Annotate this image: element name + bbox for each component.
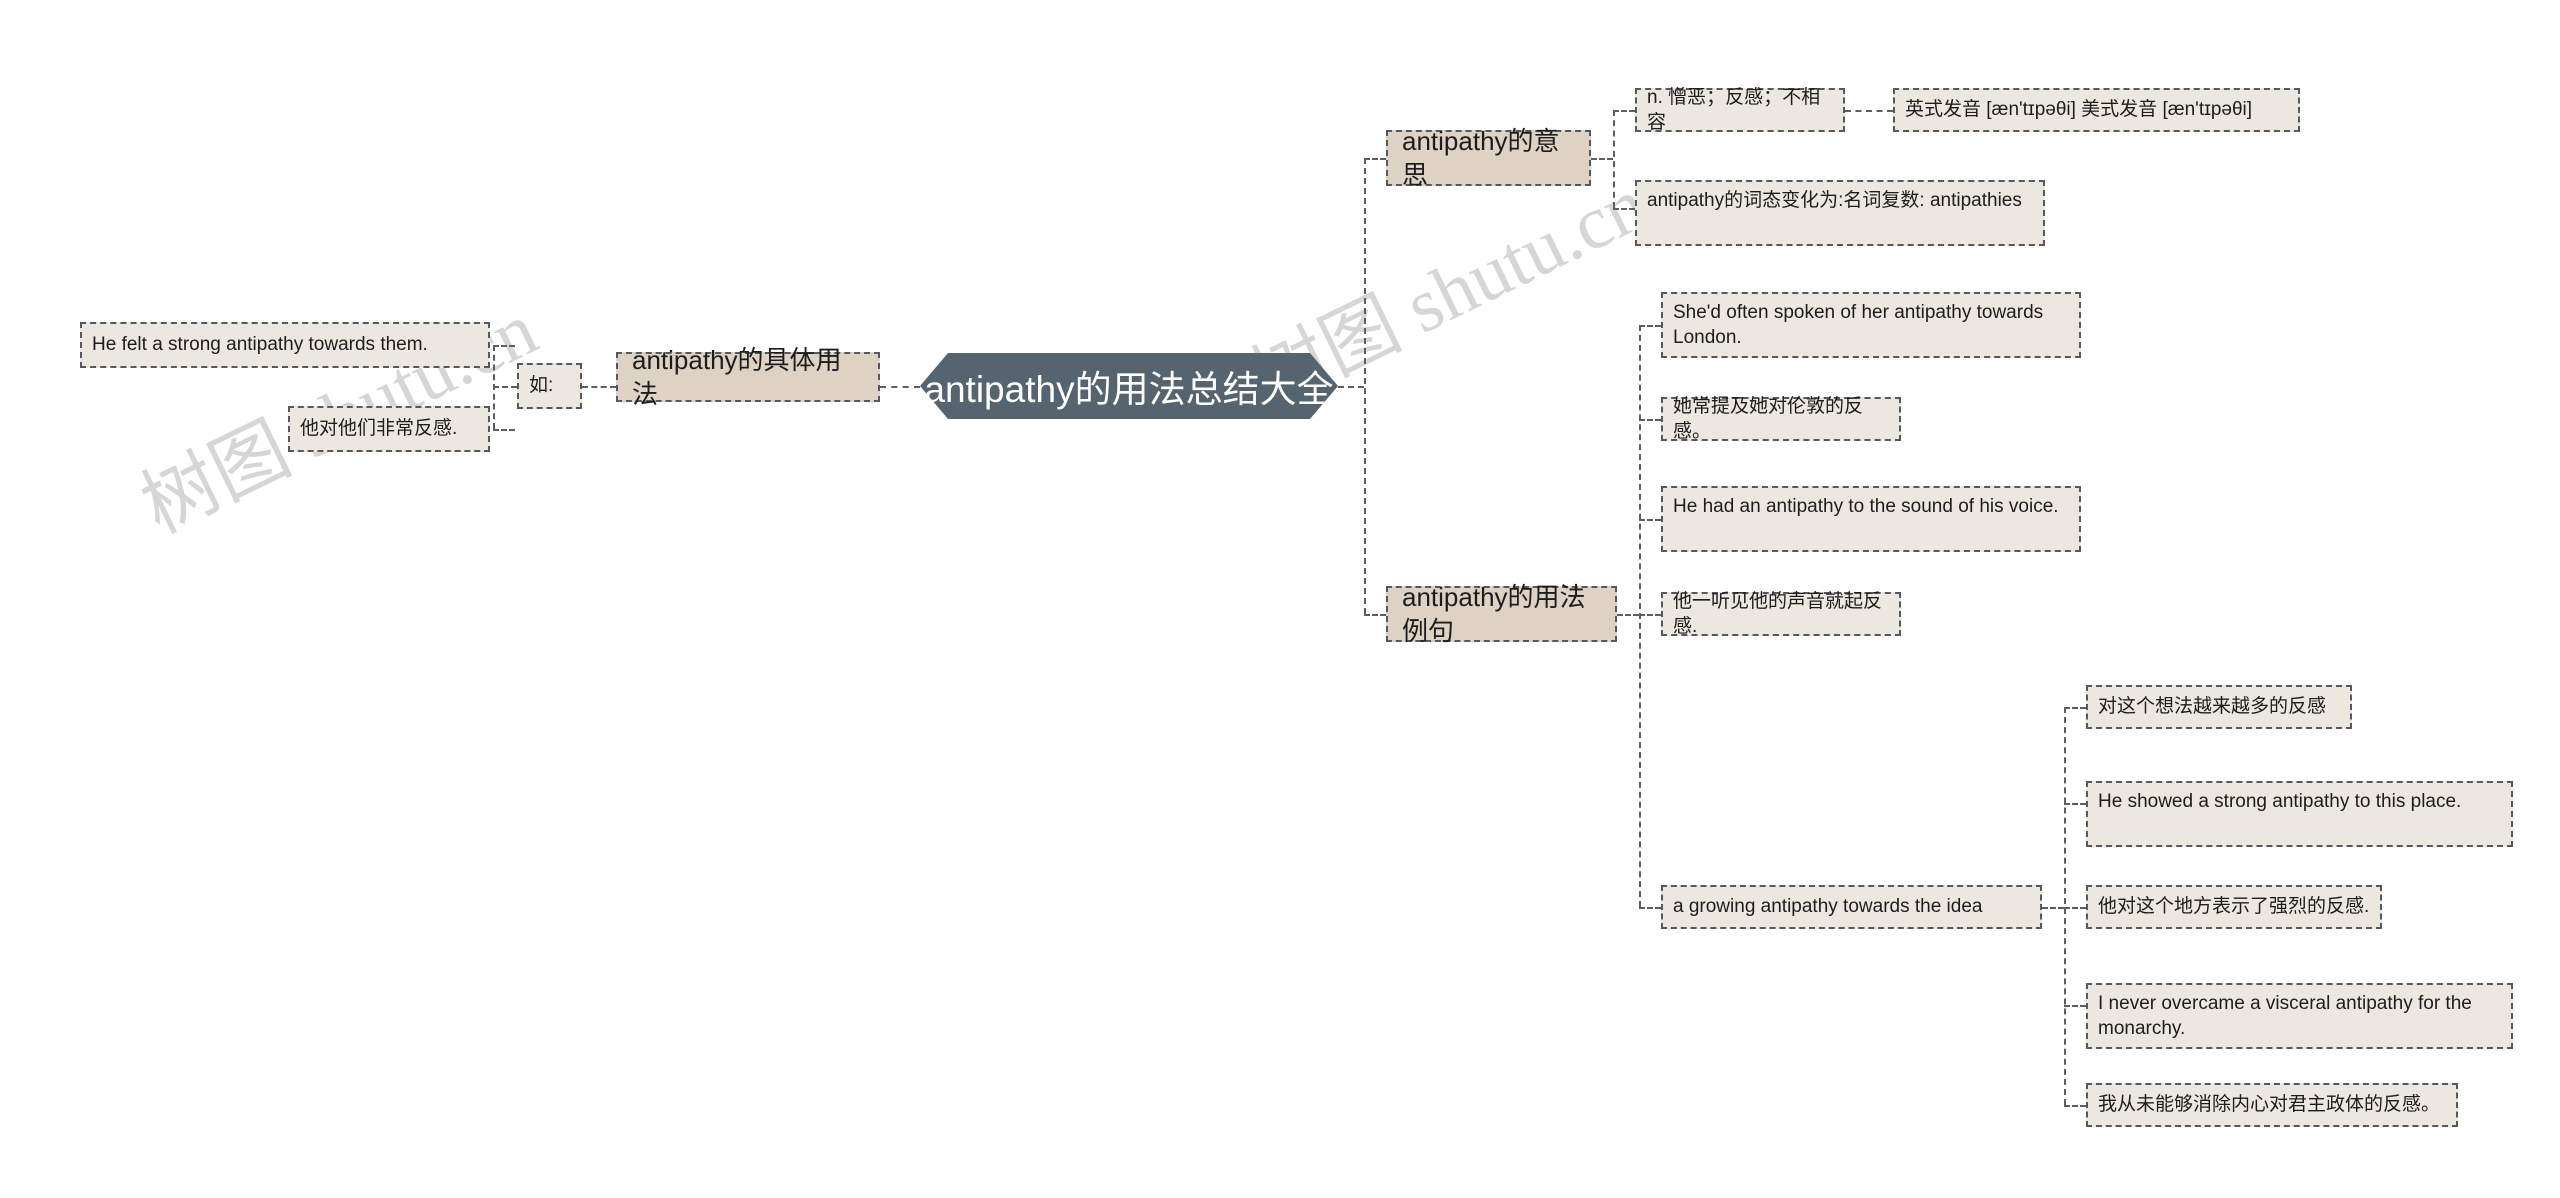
example-sentence-3-label: He had an antipathy to the sound of his … bbox=[1673, 496, 2059, 517]
left-connector-node[interactable]: 如: bbox=[517, 363, 582, 409]
sub-sentence-1-label: 对这个想法越来越多的反感 bbox=[2098, 696, 2327, 718]
connector-to-sub-4 bbox=[2064, 1005, 2086, 1007]
left-branch-node-label: antipathy的具体用法 bbox=[632, 344, 842, 409]
connector-to-wordform bbox=[1613, 208, 1635, 210]
definition-node[interactable]: n. 憎恶；反感；不相容 bbox=[1635, 86, 1845, 133]
connector-examples-right-stub bbox=[1617, 614, 1639, 616]
left-branch-node[interactable]: antipathy的具体用法 bbox=[616, 345, 880, 409]
connector-to-sub-1 bbox=[2064, 707, 2086, 709]
connector-to-sub-2 bbox=[2064, 803, 2086, 805]
phrase-node-growing-antipathy-label: a growing antipathy towards the idea bbox=[1673, 896, 1983, 918]
connector-growing-trunk bbox=[2064, 707, 2066, 1105]
root-node-label: antipathy的用法总结大全 bbox=[924, 369, 1334, 410]
connector-examples-trunk bbox=[1639, 325, 1641, 907]
examples-branch-node-label: antipathy的用法例句 bbox=[1402, 581, 1586, 646]
sub-sentence-2[interactable]: He showed a strong antipathy to this pla… bbox=[2086, 781, 2513, 847]
connector-meaning-right-stub bbox=[1591, 158, 1613, 160]
sub-sentence-4-label: I never overcame a visceral antipathy fo… bbox=[2098, 993, 2472, 1040]
example-sentence-4[interactable]: 他一听见他的声音就起反感. bbox=[1661, 590, 1901, 637]
pronunciation-node-label: 英式发音 [æn'tɪpəθi] 美式发音 [æn'tɪpəθi] bbox=[1905, 99, 2253, 121]
mindmap-canvas: 树图 shutu.cn 树图 shutu.cn antipathy的用法总结大全 bbox=[0, 0, 2560, 1198]
connector-to-growing-node bbox=[1639, 907, 1661, 909]
connector-growing-right-stub bbox=[2042, 907, 2064, 909]
connector-to-sub-3 bbox=[2064, 907, 2086, 909]
pronunciation-node[interactable]: 英式发音 [æn'tɪpəθi] 美式发音 [æn'tɪpəθi] bbox=[1893, 88, 2300, 132]
root-node[interactable]: antipathy的用法总结大全 bbox=[920, 353, 1338, 419]
left-example-en-label: He felt a strong antipathy towards them. bbox=[92, 334, 428, 356]
wordform-node-label: antipathy的词态变化为:名词复数: antipathies bbox=[1647, 190, 2022, 211]
example-sentence-2-label: 她常提及她对伦敦的反感。 bbox=[1673, 395, 1864, 442]
sub-sentence-3[interactable]: 他对这个地方表示了强烈的反感. bbox=[2086, 885, 2382, 929]
example-sentence-2[interactable]: 她常提及她对伦敦的反感。 bbox=[1661, 395, 1901, 442]
example-sentence-3[interactable]: He had an antipathy to the sound of his … bbox=[1661, 486, 2081, 552]
sub-sentence-4[interactable]: I never overcame a visceral antipathy fo… bbox=[2086, 983, 2513, 1049]
left-connector-node-label: 如: bbox=[529, 375, 554, 397]
connector-to-example-1 bbox=[1639, 325, 1661, 327]
connector-left-examples-trunk bbox=[493, 345, 495, 429]
connector-root-right-trunk bbox=[1364, 158, 1366, 614]
example-sentence-4-label: 他一听见他的声音就起反感. bbox=[1673, 590, 1883, 637]
sub-sentence-2-label: He showed a strong antipathy to this pla… bbox=[2098, 791, 2462, 812]
connector-root-right-stub bbox=[1338, 386, 1364, 388]
sub-sentence-5-label: 我从未能够消除内心对君主政体的反感。 bbox=[2098, 1094, 2441, 1116]
connector-to-sub-5 bbox=[2064, 1105, 2086, 1107]
connector-to-meaning-branch bbox=[1364, 158, 1386, 160]
connector-to-example-4 bbox=[1639, 614, 1661, 616]
left-example-zh-label: 他对他们非常反感. bbox=[300, 418, 458, 440]
connector-left-example-zh bbox=[493, 429, 515, 431]
connector-root-to-left-branch bbox=[880, 386, 920, 388]
left-example-en[interactable]: He felt a strong antipathy towards them. bbox=[80, 322, 490, 368]
examples-branch-node[interactable]: antipathy的用法例句 bbox=[1386, 582, 1617, 646]
definition-node-label: n. 憎恶；反感；不相容 bbox=[1647, 86, 1821, 133]
example-sentence-1-label: She'd often spoken of her antipathy towa… bbox=[1673, 302, 2044, 349]
meaning-branch-node[interactable]: antipathy的意思 bbox=[1386, 126, 1591, 190]
sub-sentence-3-label: 他对这个地方表示了强烈的反感. bbox=[2098, 896, 2370, 918]
left-example-zh[interactable]: 他对他们非常反感. bbox=[288, 406, 490, 452]
connector-to-definition bbox=[1613, 110, 1635, 112]
connector-left-branch-to-ru bbox=[582, 386, 616, 388]
connector-left-example-en bbox=[493, 345, 515, 347]
connector-meaning-trunk bbox=[1613, 110, 1615, 208]
connector-to-example-3 bbox=[1639, 519, 1661, 521]
connector-to-example-2 bbox=[1639, 419, 1661, 421]
connector-definition-to-pron bbox=[1845, 110, 1893, 112]
sub-sentence-1[interactable]: 对这个想法越来越多的反感 bbox=[2086, 685, 2352, 729]
meaning-branch-node-label: antipathy的意思 bbox=[1402, 125, 1560, 190]
example-sentence-1[interactable]: She'd often spoken of her antipathy towa… bbox=[1661, 292, 2081, 358]
connector-to-examples-branch bbox=[1364, 614, 1386, 616]
wordform-node[interactable]: antipathy的词态变化为:名词复数: antipathies bbox=[1635, 180, 2045, 246]
sub-sentence-5[interactable]: 我从未能够消除内心对君主政体的反感。 bbox=[2086, 1083, 2458, 1127]
connector-ru-left-stub bbox=[493, 386, 517, 388]
phrase-node-growing-antipathy[interactable]: a growing antipathy towards the idea bbox=[1661, 885, 2042, 929]
